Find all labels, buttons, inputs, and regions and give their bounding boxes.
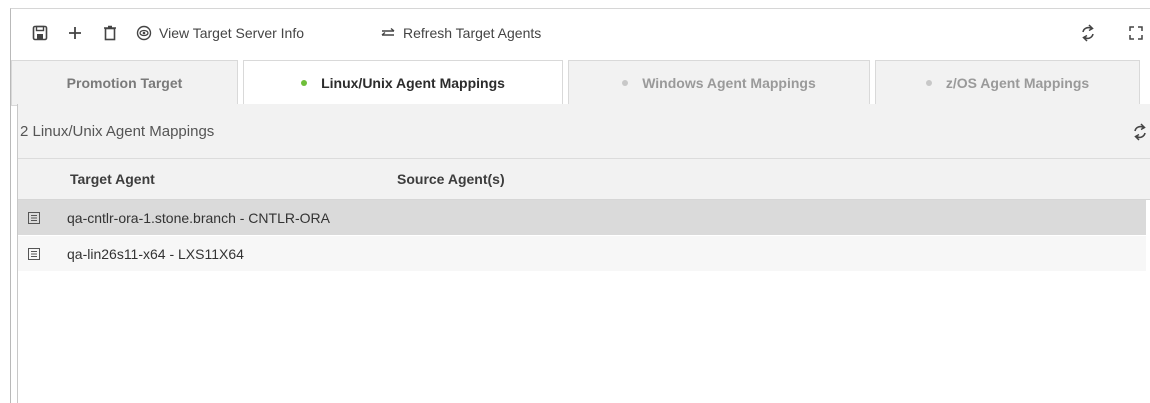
status-dot [301, 79, 308, 86]
refresh-icon [1134, 123, 1146, 141]
column-header-source-agents[interactable]: Source Agent(s) [397, 171, 505, 187]
swap-arrows-icon [379, 24, 397, 42]
refresh-icon [1079, 24, 1097, 42]
column-header-target-agent[interactable]: Target Agent [70, 171, 155, 187]
plus-icon [66, 24, 84, 42]
save-button[interactable] [31, 24, 49, 42]
list-details-icon [28, 247, 40, 260]
tab-linux-unix-agent-mappings[interactable]: Linux/Unix Agent Mappings [243, 60, 563, 106]
toolbar: View Target Server Info Refresh Target A… [11, 9, 1150, 57]
refresh-target-agents-button[interactable]: Refresh Target Agents [379, 24, 541, 42]
view-target-server-info-button[interactable]: View Target Server Info [135, 24, 304, 42]
panel-header: 2 Linux/Unix Agent Mappings [18, 104, 1150, 159]
refresh-target-agents-label: Refresh Target Agents [403, 25, 542, 41]
eye-icon [135, 24, 153, 42]
mappings-panel: 2 Linux/Unix Agent Mappings Target Agent… [17, 104, 1150, 403]
tab-label: z/OS Agent Mappings [945, 75, 1090, 91]
status-dot [925, 80, 932, 86]
panel-title: 2 Linux/Unix Agent Mappings [20, 122, 215, 140]
add-button[interactable] [66, 24, 84, 42]
tab-label: Promotion Target [66, 75, 183, 91]
main-window: View Target Server Info Refresh Target A… [10, 8, 1150, 403]
tab-label: Windows Agent Mappings [642, 75, 816, 91]
tab-label: Linux/Unix Agent Mappings [321, 74, 505, 91]
tab-zos-agent-mappings[interactable]: z/OS Agent Mappings [875, 60, 1140, 106]
tab-bar: Promotion Target Linux/Unix Agent Mappin… [11, 60, 1150, 108]
panel-refresh-button[interactable] [1132, 123, 1148, 145]
table-header: Target Agent Source Agent(s) [18, 159, 1150, 200]
list-details-icon [28, 211, 40, 224]
refresh-button[interactable] [1079, 24, 1097, 42]
delete-button[interactable] [101, 24, 119, 42]
trash-icon [101, 24, 119, 42]
status-dot [622, 80, 629, 86]
target-agent-cell: qa-lin26s11-x64 - LXS11X64 [67, 245, 244, 262]
table-row[interactable]: qa-cntlr-ora-1.stone.branch - CNTLR-ORA [18, 200, 1146, 236]
save-icon [31, 24, 49, 42]
target-agent-cell: qa-cntlr-ora-1.stone.branch - CNTLR-ORA [67, 209, 330, 226]
expand-icon [1127, 24, 1145, 42]
tab-promotion-target[interactable]: Promotion Target [11, 60, 238, 106]
fullscreen-button[interactable] [1127, 24, 1145, 42]
table-row[interactable]: qa-lin26s11-x64 - LXS11X64 [18, 236, 1146, 272]
view-target-server-info-label: View Target Server Info [159, 25, 305, 41]
tab-windows-agent-mappings[interactable]: Windows Agent Mappings [568, 60, 870, 106]
